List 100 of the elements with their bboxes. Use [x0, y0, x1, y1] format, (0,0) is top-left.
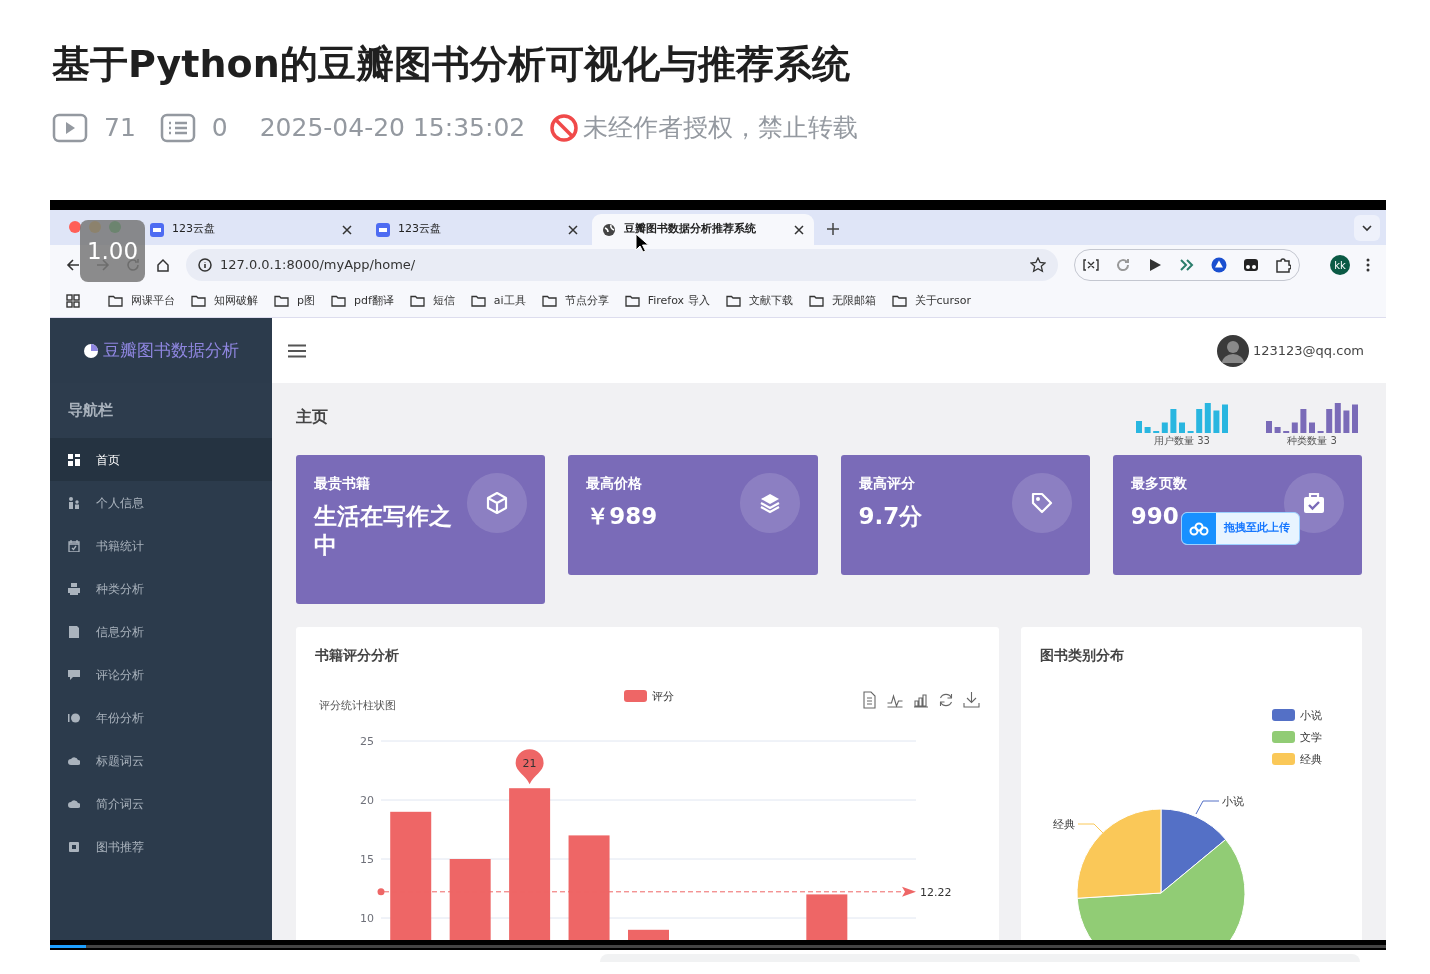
cloud-drive-favicon-icon — [376, 222, 390, 237]
folder-icon — [808, 295, 824, 307]
nav-item[interactable]: 书籍统计 — [50, 524, 272, 567]
line-start-dot — [377, 888, 385, 896]
close-icon[interactable] — [342, 224, 352, 235]
document-icon[interactable] — [863, 691, 876, 709]
chart-title: 评分统计柱状图 — [319, 699, 396, 712]
menu-icon[interactable] — [288, 343, 306, 358]
address-bar[interactable]: 127.0.0.1:8000/myApp/home/ — [186, 249, 1058, 281]
nav-item[interactable]: 信息分析 — [50, 610, 272, 653]
legend-label[interactable]: 经典 — [1300, 753, 1322, 766]
bookmark-link[interactable]: 网课平台 — [108, 292, 175, 310]
slice-label: 经典 — [1053, 818, 1075, 831]
info-icon[interactable] — [198, 258, 212, 272]
view-count: 71 — [104, 112, 136, 145]
nav-item[interactable]: 年份分析 — [50, 696, 272, 739]
average-label: 12.22 — [920, 885, 952, 899]
nav-item[interactable]: 个人信息 — [50, 481, 272, 524]
grid-icon — [68, 453, 80, 466]
nav-item[interactable]: 种类分析 — [50, 567, 272, 610]
pie-slice[interactable] — [1160, 808, 1227, 894]
user-email[interactable]: 123123@qq.com — [1252, 340, 1364, 361]
bookmark-link[interactable]: ai工具 — [470, 292, 526, 310]
play-icon[interactable] — [1147, 257, 1163, 273]
bracket-x-icon[interactable] — [1083, 258, 1099, 272]
folder-icon — [725, 295, 741, 307]
annotation: 21 — [522, 757, 537, 771]
browser-tab[interactable]: 123云盘 — [366, 214, 588, 245]
double-chevron-icon[interactable] — [1179, 257, 1195, 273]
more-icon[interactable] — [1366, 258, 1370, 272]
bar[interactable] — [509, 788, 551, 940]
progress-track[interactable] — [50, 945, 1386, 948]
stat-label: 用户数量 33 — [1154, 434, 1210, 448]
profile-avatar[interactable]: kk — [1330, 255, 1350, 275]
back-icon[interactable] — [66, 258, 80, 272]
slice-label: 小说 — [1222, 795, 1244, 808]
bookmark-link[interactable]: 无限邮箱 — [808, 292, 876, 310]
legend-label[interactable]: 小说 — [1300, 709, 1322, 722]
user-avatar[interactable] — [1216, 334, 1249, 367]
folder-icon — [274, 295, 289, 307]
bookmark-link[interactable]: 短信 — [409, 292, 455, 310]
close-icon[interactable] — [794, 224, 804, 235]
folder-icon — [191, 295, 206, 307]
line-end-arrow-icon — [902, 886, 916, 897]
prohibited-icon — [549, 113, 580, 143]
apps-icon[interactable] — [66, 294, 80, 308]
folder-icon — [624, 295, 640, 307]
star-icon[interactable] — [1030, 257, 1046, 273]
close-icon[interactable] — [568, 224, 578, 235]
cloud-rings-icon — [1189, 521, 1209, 536]
save-icon — [68, 625, 80, 638]
nav-item[interactable]: 图书推荐 — [50, 825, 272, 868]
line-chart-icon[interactable] — [886, 694, 904, 708]
panel-title: 图书类别分布 — [1039, 646, 1125, 665]
bookmark-link[interactable]: Firefox 导入 — [624, 292, 710, 310]
axis-tick-label: 15 — [360, 853, 374, 866]
mask-icon[interactable] — [1243, 257, 1259, 273]
puzzle-icon[interactable] — [1275, 257, 1291, 273]
refresh-icon[interactable] — [939, 693, 953, 707]
leader-line — [1195, 800, 1220, 815]
bookmark-link[interactable]: pdf翻译 — [331, 292, 394, 310]
bookmark-link[interactable]: 关于cursor — [891, 292, 972, 310]
folder-icon — [891, 295, 907, 307]
folder-icon — [108, 295, 123, 307]
bookmark-link[interactable]: p图 — [274, 292, 315, 310]
bookmark-link[interactable]: 知网破解 — [191, 292, 258, 310]
max-marker: 21 — [515, 749, 544, 785]
comment-icon — [159, 113, 196, 143]
axis-tick-label: 20 — [360, 794, 374, 807]
leader-line — [1077, 823, 1104, 834]
stat-value: 生活在写作之中 — [314, 502, 453, 560]
calendar-icon — [68, 539, 80, 552]
nav-item[interactable]: 评论分析 — [50, 653, 272, 696]
stat-value: 9.7分 — [858, 502, 923, 531]
folder-icon — [470, 295, 486, 307]
bookmark-link[interactable]: 节点分享 — [541, 292, 609, 310]
stat-title: 最贵书籍 — [314, 474, 371, 493]
sync-icon[interactable] — [1115, 257, 1131, 273]
new-tab-icon[interactable] — [826, 222, 840, 236]
pie-slice[interactable] — [1076, 838, 1246, 940]
nav-item[interactable]: 首页 — [50, 438, 272, 481]
stat-title: 最高评分 — [858, 474, 916, 493]
nav-item[interactable]: 标题词云 — [50, 739, 272, 782]
triangle-badge-icon[interactable] — [1211, 257, 1227, 273]
nav-item[interactable]: 简介词云 — [50, 782, 272, 825]
stat-title: 最多页数 — [1130, 474, 1188, 493]
legend-label[interactable]: 文学 — [1300, 731, 1322, 744]
legend-label[interactable]: 评分 — [652, 690, 674, 703]
tab-list-icon[interactable] — [1354, 215, 1380, 241]
app-brand[interactable]: 豆瓣图书数据分析 — [103, 337, 239, 364]
play-icon — [52, 113, 88, 143]
bar-chart-icon[interactable] — [913, 694, 929, 708]
upload-widget[interactable]: 拖拽至此上传 — [1181, 512, 1300, 545]
bar[interactable] — [628, 929, 669, 940]
folder-icon — [409, 295, 425, 307]
home-icon[interactable] — [156, 258, 170, 272]
download-icon[interactable] — [963, 691, 980, 708]
bookmark-link[interactable]: 文献下载 — [725, 292, 793, 310]
cloud-icon — [68, 754, 80, 767]
browser-tab[interactable]: 豆瓣图书数据分析推荐系统 — [592, 214, 814, 245]
